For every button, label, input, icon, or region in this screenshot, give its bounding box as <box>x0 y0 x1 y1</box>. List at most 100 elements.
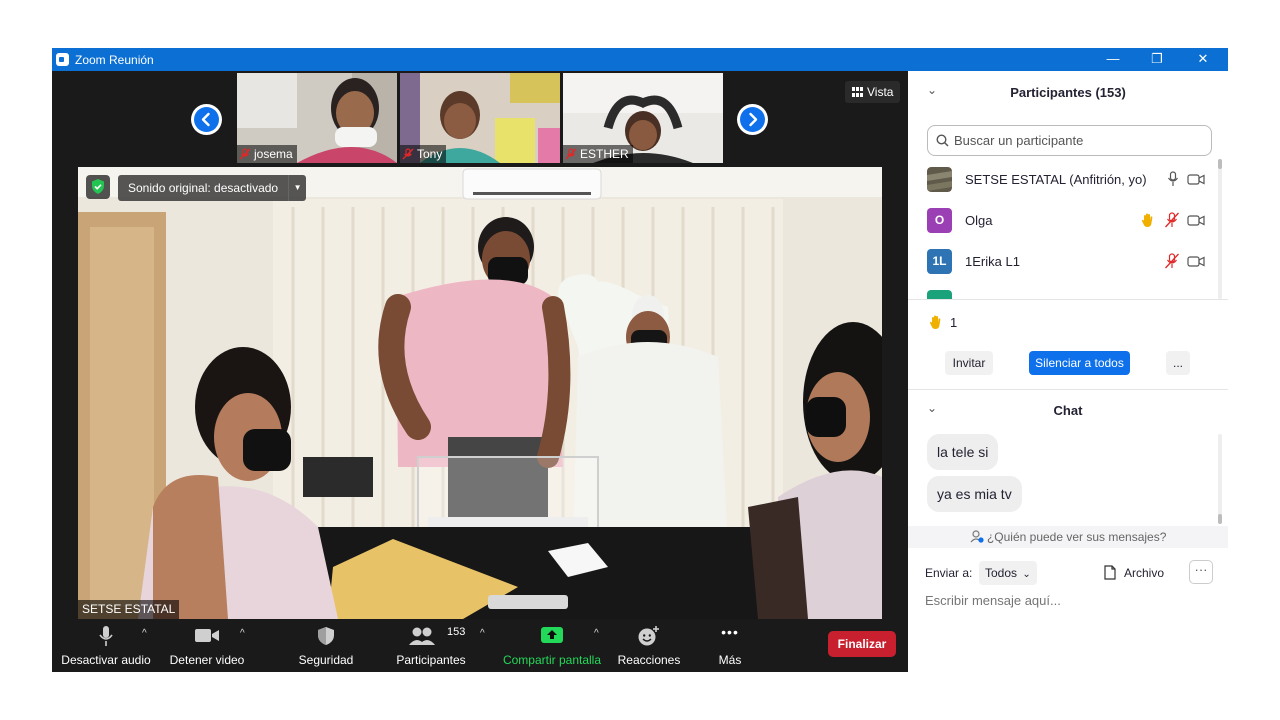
microphone-icon[interactable] <box>1167 171 1179 187</box>
chat-scroll-track <box>1218 434 1222 519</box>
minimize-button[interactable]: — <box>1090 48 1136 71</box>
stop-video-label: Detener video <box>169 653 245 667</box>
thumbnail-name: Tony <box>417 147 443 161</box>
close-button[interactable]: ✕ <box>1180 48 1226 71</box>
encryption-badge[interactable] <box>86 175 110 199</box>
video-camera-icon <box>195 629 219 642</box>
mic-muted-icon <box>565 148 577 160</box>
chat-message: la tele si <box>927 434 999 470</box>
chat-more-button[interactable]: ··· <box>1189 560 1213 584</box>
participants-more-button[interactable]: ... <box>1166 351 1190 375</box>
microphone-icon <box>99 626 113 646</box>
participant-avatar: O <box>927 208 952 233</box>
reactions-button[interactable]: Reacciones <box>616 620 682 672</box>
participant-search[interactable]: Buscar un participante <box>927 125 1212 156</box>
mic-muted-icon[interactable] <box>1164 212 1180 228</box>
invite-button[interactable]: Invitar <box>945 351 993 375</box>
sound-options-caret[interactable]: ▼ <box>288 175 306 201</box>
window-title: Zoom Reunión <box>75 53 154 67</box>
chat-scrollbar[interactable] <box>1218 514 1222 524</box>
shield-check-icon <box>92 179 104 194</box>
video-stage: josema Tony ESTHER Vista Sonido original… <box>52 71 908 672</box>
participants-label: Participantes <box>396 653 466 667</box>
end-meeting-button[interactable]: Finalizar <box>828 631 896 657</box>
search-icon <box>936 134 949 147</box>
mute-all-button[interactable]: Silenciar a todos <box>1029 351 1130 375</box>
title-bar: Zoom Reunión — ❐ ✕ <box>52 48 1228 71</box>
meeting-toolbar: Desactivar audio ^ Detener video ^ Segur… <box>52 620 908 672</box>
thumbnail-name-tag: Tony <box>400 145 447 163</box>
chevron-left-icon <box>201 112 210 127</box>
thumbnail-name-tag: ESTHER <box>563 145 633 163</box>
raised-hand-icon <box>1141 213 1153 227</box>
message-visibility-link[interactable]: ¿Quién puede ver sus mensajes? <box>908 526 1228 548</box>
mic-muted-icon <box>239 148 251 160</box>
participant-list-scroll-track <box>1218 159 1222 299</box>
chevron-down-icon: ⌄ <box>1022 569 1031 580</box>
file-button[interactable]: Archivo <box>1104 565 1164 580</box>
chat-message-input[interactable] <box>925 593 1215 608</box>
participant-list-scrollbar[interactable] <box>1218 159 1222 169</box>
participant-row[interactable]: SETSE ESTATAL (Anfitrión, yo) <box>908 159 1220 200</box>
mute-audio-button[interactable]: Desactivar audio <box>58 620 154 672</box>
mic-muted-icon[interactable] <box>1164 253 1180 269</box>
original-sound-toggle[interactable]: Sonido original: desactivado ▼ <box>118 175 307 201</box>
thumbnail-name: ESTHER <box>580 147 629 161</box>
shield-icon <box>318 627 334 645</box>
panel-divider <box>908 299 1228 300</box>
participant-thumbnail[interactable]: josema <box>237 73 397 163</box>
person-lock-icon <box>970 530 984 543</box>
active-speaker-name: SETSE ESTATAL <box>78 600 180 619</box>
chat-message: ya es mia tv <box>927 476 1022 512</box>
video-camera-icon[interactable] <box>1187 171 1205 187</box>
more-label: Más <box>718 653 742 667</box>
participant-row[interactable] <box>908 282 1220 299</box>
participants-icon <box>409 627 435 645</box>
original-sound-label: Sonido original: desactivado <box>128 181 279 195</box>
security-label: Seguridad <box>298 653 354 667</box>
video-camera-icon[interactable] <box>1187 212 1205 228</box>
active-speaker-video: Sonido original: desactivado ▼ SETSE EST… <box>78 167 882 619</box>
share-screen-button[interactable]: Compartir pantalla <box>501 620 603 672</box>
participant-row[interactable]: O Olga <box>908 200 1220 241</box>
zoom-window: Zoom Reunión — ❐ ✕ josema Tony ESTHER Vi… <box>52 48 1228 672</box>
video-camera-icon[interactable] <box>1187 253 1205 269</box>
thumbnail-name: josema <box>254 147 293 161</box>
side-panel: ⌄ Participantes (153) Buscar un particip… <box>908 71 1228 672</box>
file-icon <box>1104 565 1116 580</box>
raised-hand-icon <box>929 315 941 329</box>
meeting-room-scene <box>78 167 882 619</box>
chat-panel-title: Chat <box>1053 403 1083 418</box>
file-label: Archivo <box>1124 565 1165 580</box>
view-button[interactable]: Vista <box>845 81 901 103</box>
participants-button[interactable]: 153 Participantes <box>392 620 470 672</box>
participant-thumbnail[interactable]: ESTHER <box>563 73 723 163</box>
raised-hands-count: 1 <box>950 314 958 330</box>
next-page-button[interactable] <box>737 104 768 135</box>
participants-options-caret[interactable]: ^ <box>480 628 485 639</box>
participant-row[interactable]: 1L 1Erika L1 <box>908 241 1220 282</box>
share-screen-icon <box>541 627 563 643</box>
stop-video-button[interactable]: Detener video <box>164 620 250 672</box>
participant-name: SETSE ESTATAL (Anfitrión, yo) <box>965 172 1147 187</box>
zoom-app-icon <box>56 53 69 66</box>
audio-options-caret[interactable]: ^ <box>142 628 147 639</box>
panel-divider <box>908 389 1228 390</box>
reactions-label: Reacciones <box>617 653 681 667</box>
mic-muted-icon <box>402 148 414 160</box>
view-label: Vista <box>867 85 894 99</box>
chevron-right-icon <box>749 112 758 127</box>
video-options-caret[interactable]: ^ <box>240 628 245 639</box>
participant-thumbnail[interactable]: Tony <box>400 73 560 163</box>
share-options-caret[interactable]: ^ <box>594 628 599 639</box>
share-screen-label: Compartir pantalla <box>502 653 602 667</box>
grid-view-icon <box>852 87 863 97</box>
recipient-value: Todos <box>985 566 1018 580</box>
recipient-dropdown[interactable]: Todos ⌄ <box>979 561 1037 585</box>
participants-count: 153 <box>447 626 466 638</box>
previous-page-button[interactable] <box>191 104 222 135</box>
restore-button[interactable]: ❐ <box>1134 48 1180 71</box>
host-avatar <box>927 167 952 192</box>
security-button[interactable]: Seguridad <box>290 620 362 672</box>
more-button[interactable]: ••• Más <box>704 620 756 672</box>
